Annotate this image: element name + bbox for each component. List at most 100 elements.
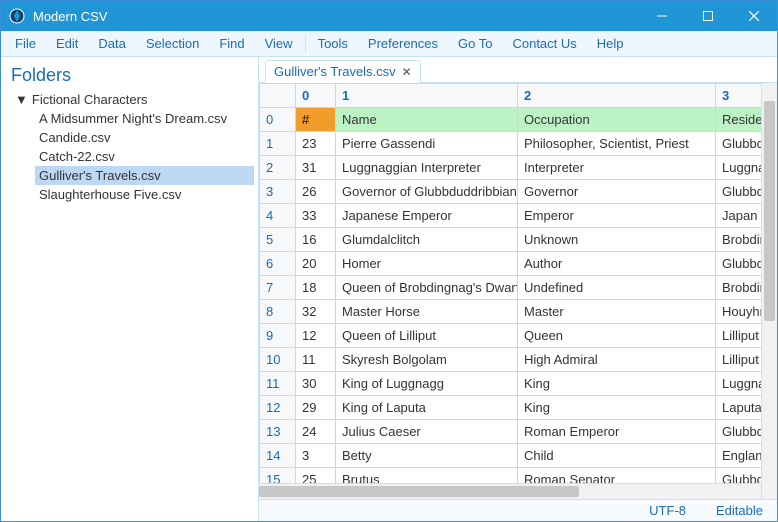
cell[interactable]: Brutus	[336, 468, 518, 484]
cell[interactable]: Queen of Brobdingnag's Dwarf	[336, 276, 518, 300]
cell[interactable]: King of Laputa	[336, 396, 518, 420]
file-item[interactable]: Candide.csv	[35, 128, 254, 147]
cell[interactable]: Queen	[518, 324, 716, 348]
cell[interactable]: 25	[296, 468, 336, 484]
cell[interactable]: Author	[518, 252, 716, 276]
row-index[interactable]: 13	[260, 420, 296, 444]
row-index[interactable]: 15	[260, 468, 296, 484]
column-index[interactable]: 3	[716, 84, 762, 108]
cell[interactable]: Master Horse	[336, 300, 518, 324]
cell[interactable]: Child	[518, 444, 716, 468]
cell[interactable]: Luggnaggian Interpreter	[336, 156, 518, 180]
cell[interactable]: Roman Emperor	[518, 420, 716, 444]
row-index[interactable]: 0	[260, 108, 296, 132]
cell[interactable]: 20	[296, 252, 336, 276]
close-button[interactable]	[731, 1, 777, 31]
cell[interactable]: Luggnagg	[716, 156, 762, 180]
row-index[interactable]: 5	[260, 228, 296, 252]
file-item[interactable]: A Midsummer Night's Dream.csv	[35, 109, 254, 128]
menu-data[interactable]: Data	[88, 33, 135, 54]
row-index[interactable]: 12	[260, 396, 296, 420]
header-cell[interactable]: Occupation	[518, 108, 716, 132]
row-index[interactable]: 9	[260, 324, 296, 348]
data-grid[interactable]: 01230#NameOccupationResidence123Pierre G…	[259, 83, 761, 483]
cell[interactable]: 33	[296, 204, 336, 228]
cell[interactable]: Glumdalclitch	[336, 228, 518, 252]
cell[interactable]: King of Luggnagg	[336, 372, 518, 396]
cell[interactable]: Luggnagg	[716, 372, 762, 396]
column-index[interactable]: 0	[296, 84, 336, 108]
header-cell[interactable]: Residence	[716, 108, 762, 132]
cell[interactable]: Houyhnhnm	[716, 300, 762, 324]
maximize-button[interactable]	[685, 1, 731, 31]
cell[interactable]: Lilliput	[716, 348, 762, 372]
cell[interactable]: Glubbdubdrib	[716, 180, 762, 204]
cell[interactable]: 29	[296, 396, 336, 420]
cell[interactable]: Philosopher, Scientist, Priest	[518, 132, 716, 156]
cell[interactable]: Queen of Lilliput	[336, 324, 518, 348]
minimize-button[interactable]	[639, 1, 685, 31]
cell[interactable]: 31	[296, 156, 336, 180]
vertical-scrollbar[interactable]	[761, 83, 777, 499]
menu-find[interactable]: Find	[209, 33, 254, 54]
header-cell[interactable]: Name	[336, 108, 518, 132]
cell[interactable]: Glubbdubdrib	[716, 420, 762, 444]
menu-help[interactable]: Help	[587, 33, 634, 54]
cell[interactable]: Julius Caeser	[336, 420, 518, 444]
row-index[interactable]: 8	[260, 300, 296, 324]
close-icon[interactable]: ✕	[402, 65, 412, 79]
cell[interactable]: 26	[296, 180, 336, 204]
row-index[interactable]: 7	[260, 276, 296, 300]
cell[interactable]: High Admiral	[518, 348, 716, 372]
menu-go-to[interactable]: Go To	[448, 33, 502, 54]
cell[interactable]: 30	[296, 372, 336, 396]
cell[interactable]: 11	[296, 348, 336, 372]
cell[interactable]: Skyresh Bolgolam	[336, 348, 518, 372]
status-mode[interactable]: Editable	[716, 503, 763, 518]
cell[interactable]: 23	[296, 132, 336, 156]
row-index[interactable]: 6	[260, 252, 296, 276]
cell[interactable]: Glubbdubdrib	[716, 468, 762, 484]
row-index[interactable]: 1	[260, 132, 296, 156]
row-index[interactable]: 3	[260, 180, 296, 204]
cell[interactable]: Lilliput	[716, 324, 762, 348]
row-index[interactable]: 4	[260, 204, 296, 228]
menu-file[interactable]: File	[5, 33, 46, 54]
cell[interactable]: Governor	[518, 180, 716, 204]
cell[interactable]: King	[518, 372, 716, 396]
vertical-scroll-thumb[interactable]	[764, 101, 775, 321]
cell[interactable]: Japanese Emperor	[336, 204, 518, 228]
file-item[interactable]: Gulliver's Travels.csv	[35, 166, 254, 185]
horizontal-scrollbar[interactable]	[259, 483, 761, 499]
cell[interactable]: Interpreter	[518, 156, 716, 180]
menu-contact-us[interactable]: Contact Us	[502, 33, 586, 54]
column-index[interactable]: 2	[518, 84, 716, 108]
cell[interactable]: 16	[296, 228, 336, 252]
row-index[interactable]: 14	[260, 444, 296, 468]
cell[interactable]: 12	[296, 324, 336, 348]
cell[interactable]: Glubbdubdrib	[716, 132, 762, 156]
cell[interactable]: Roman Senator	[518, 468, 716, 484]
menu-view[interactable]: View	[255, 33, 303, 54]
menu-preferences[interactable]: Preferences	[358, 33, 448, 54]
cell[interactable]: 32	[296, 300, 336, 324]
horizontal-scroll-thumb[interactable]	[259, 486, 579, 497]
cell[interactable]: 18	[296, 276, 336, 300]
tab-active[interactable]: Gulliver's Travels.csv ✕	[265, 60, 421, 83]
cell[interactable]: 24	[296, 420, 336, 444]
cell[interactable]: Emperor	[518, 204, 716, 228]
status-encoding[interactable]: UTF-8	[649, 503, 686, 518]
cell[interactable]: Homer	[336, 252, 518, 276]
cell[interactable]: Governor of Glubbduddribbian	[336, 180, 518, 204]
file-item[interactable]: Catch-22.csv	[35, 147, 254, 166]
row-index[interactable]: 2	[260, 156, 296, 180]
cell[interactable]: 3	[296, 444, 336, 468]
header-cell[interactable]: #	[296, 108, 336, 132]
cell[interactable]: Master	[518, 300, 716, 324]
cell[interactable]: Glubbdubdrib	[716, 252, 762, 276]
cell[interactable]: Japan	[716, 204, 762, 228]
column-index[interactable]: 1	[336, 84, 518, 108]
menu-edit[interactable]: Edit	[46, 33, 88, 54]
cell[interactable]: Betty	[336, 444, 518, 468]
cell[interactable]: Laputa	[716, 396, 762, 420]
